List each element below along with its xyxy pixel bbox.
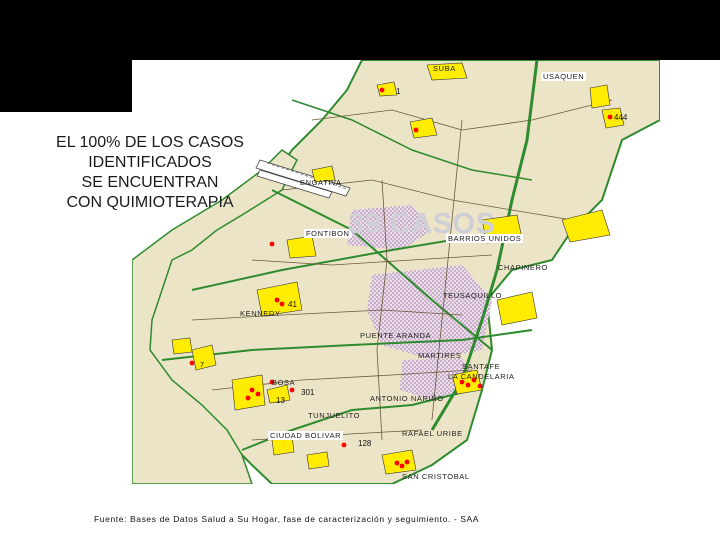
code-41: 41 [288, 300, 297, 309]
cases-count-label: 39 CASOS [348, 208, 496, 240]
source-note: Fuente: Bases de Datos Salud a Su Hogar,… [94, 514, 480, 524]
label-rafael-uribe: RAFAEL URIBE [402, 429, 463, 438]
label-suba: SUBA [433, 64, 456, 73]
label-santafe: SANTAFE [462, 362, 501, 371]
label-san-cristobal: SAN CRISTOBAL [402, 472, 470, 481]
left-black-block [0, 60, 132, 112]
code-128: 128 [358, 439, 372, 448]
map-container [132, 60, 660, 484]
label-bosa-fragment: BOSA [272, 378, 296, 387]
code-1: 1 [396, 87, 401, 96]
headline-text: EL 100% DE LOS CASOS IDENTIFICADOS SE EN… [30, 133, 270, 213]
headline-line-3: SE ENCUENTRAN [81, 174, 219, 191]
headline-line-2: IDENTIFICADOS [88, 154, 212, 171]
label-tunjuelito: TUNJUELITO [308, 411, 361, 420]
label-kennedy: KENNEDY [240, 309, 281, 318]
label-chapinero: CHAPINERO [498, 263, 548, 272]
top-black-band [0, 0, 720, 60]
label-ciudad-bolivar: CIUDAD BOLIVAR [268, 431, 344, 440]
label-usme-fragment: 7 [200, 360, 205, 369]
label-martires: MARTIRES [418, 351, 462, 360]
code-301: 301 [301, 388, 315, 397]
label-puente-aranda: PUENTE ARANDA [360, 331, 432, 340]
headline-line-4: CON QUIMIOTERAPIA [66, 194, 234, 211]
label-usaquen: USAQUEN [541, 72, 587, 81]
label-fontibon: FONTIBON [304, 229, 352, 238]
code-444: 444 [614, 113, 628, 122]
label-teusaquillo: TEUSAQUILLO [443, 291, 503, 300]
label-antonio-narino: ANTONIO NARIÑO [370, 394, 444, 403]
bogota-locality-map [132, 60, 660, 484]
headline-line-1: EL 100% DE LOS CASOS [56, 134, 244, 151]
label-engativa: ENGATIVA [300, 178, 342, 187]
code-13: 13 [276, 396, 285, 405]
label-la-candelaria: LA CANDELARIA [448, 372, 515, 381]
